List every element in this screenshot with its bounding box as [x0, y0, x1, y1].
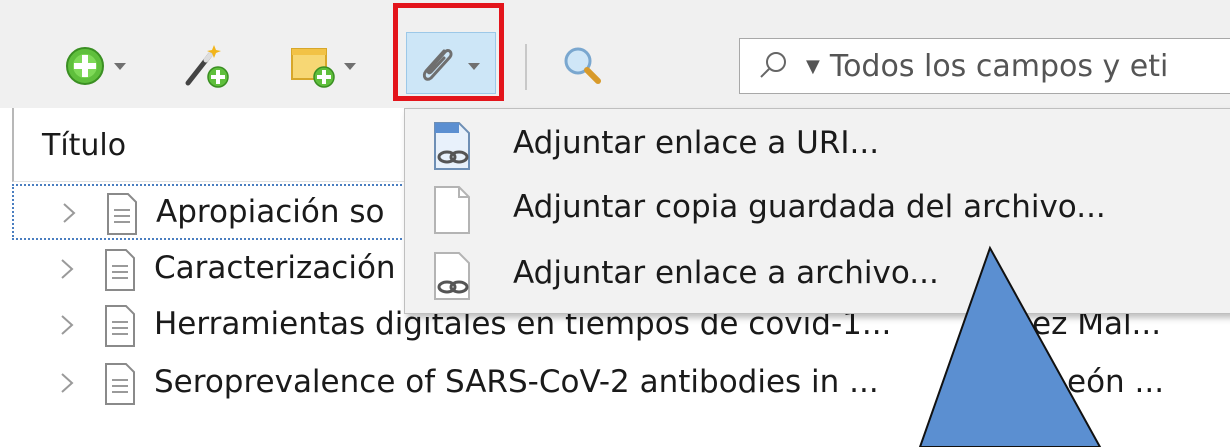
column-header-label: Título — [42, 128, 127, 163]
magic-wand-add-icon — [185, 45, 229, 88]
row-creator: eón ... — [1067, 364, 1165, 400]
search-mode-dropdown-icon[interactable]: ▼ — [806, 56, 820, 77]
attachment-dropdown-menu: Adjuntar enlace a URI... Adjuntar copia … — [404, 108, 1230, 314]
search-input[interactable]: ▼ Todos los campos y eti — [739, 38, 1230, 94]
menu-item-attach-file-link[interactable]: Adjuntar enlace a archivo... — [405, 243, 1230, 307]
new-note-button[interactable] — [288, 38, 356, 94]
search-icon — [760, 52, 786, 78]
document-icon — [105, 249, 135, 291]
document-icon — [107, 193, 137, 235]
search-placeholder: Todos los campos y eti — [829, 48, 1169, 84]
document-icon — [105, 363, 135, 405]
chevron-down-icon — [344, 62, 356, 70]
advanced-search-icon — [564, 47, 601, 84]
menu-item-attach-uri-link[interactable]: Adjuntar enlace a URI... — [405, 113, 1230, 177]
linked-file-icon — [434, 252, 470, 300]
row-title: Apropiación so — [156, 194, 385, 230]
blank-file-icon — [434, 186, 470, 234]
menu-item-attach-stored-copy[interactable]: Adjuntar copia guardada del archivo... — [405, 177, 1230, 241]
chevron-right-icon[interactable] — [52, 310, 82, 340]
chevron-right-icon[interactable] — [54, 198, 84, 228]
new-note-icon — [291, 48, 335, 88]
toolbar: ▼ Todos los campos y eti — [0, 0, 1230, 108]
advanced-search-button[interactable] — [558, 38, 606, 94]
row-title: Caracterización — [154, 250, 396, 286]
new-item-button[interactable] — [64, 38, 126, 94]
link-uri-icon — [434, 122, 470, 170]
row-title: Seroprevalence of SARS-CoV-2 antibodies … — [154, 364, 879, 400]
document-icon — [105, 305, 135, 347]
menu-item-label: Adjuntar copia guardada del archivo... — [513, 189, 1106, 225]
toolbar-separator — [525, 44, 527, 90]
chevron-down-icon — [114, 62, 126, 70]
menu-item-label: Adjuntar enlace a archivo... — [513, 255, 939, 291]
chevron-right-icon[interactable] — [52, 368, 82, 398]
menu-item-label: Adjuntar enlace a URI... — [513, 125, 880, 161]
attachment-highlight-frame — [393, 3, 504, 101]
new-item-icon — [66, 47, 104, 85]
add-by-identifier-button[interactable] — [180, 38, 230, 94]
table-row[interactable]: Seroprevalence of SARS-CoV-2 antibodies … — [12, 356, 1230, 412]
chevron-right-icon[interactable] — [52, 254, 82, 284]
